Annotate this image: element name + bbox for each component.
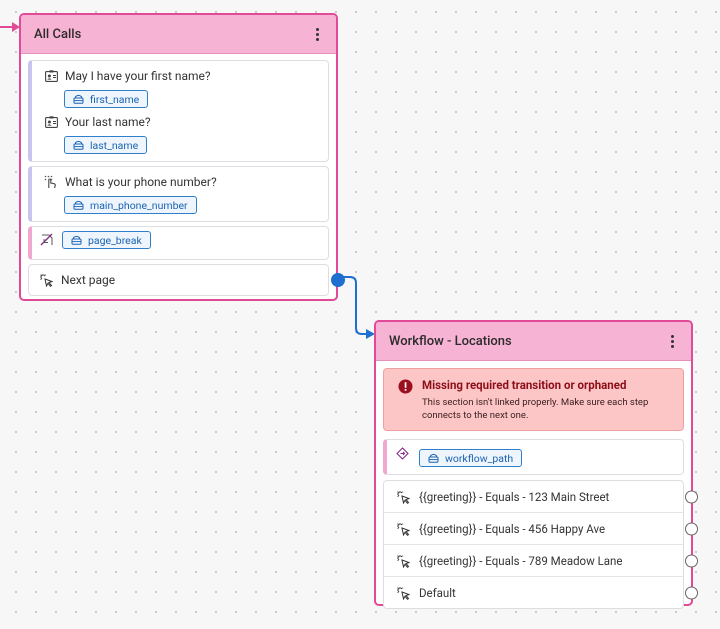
contact-card-icon <box>44 115 58 129</box>
error-icon <box>398 379 413 398</box>
question-text: What is your phone number? <box>65 175 217 189</box>
page-break-card[interactable]: page_break <box>28 226 329 260</box>
transition-label: Next page <box>61 273 116 287</box>
variable-chip[interactable]: first_name <box>64 90 149 108</box>
transition-label: Default <box>419 585 456 600</box>
question-group-name[interactable]: May I have your first name? first_name Y… <box>28 60 329 162</box>
node-header[interactable]: Workflow - Locations <box>376 322 691 361</box>
alert-title: Missing required transition or orphaned <box>422 378 627 392</box>
variable-chip[interactable]: main_phone_number <box>64 196 197 214</box>
alert-message: This section isn't linked properly. Make… <box>422 397 649 421</box>
variable-chip[interactable]: last_name <box>64 136 148 154</box>
click-pointer-icon <box>396 522 410 536</box>
click-pointer-icon <box>396 490 410 504</box>
question-text: May I have your first name? <box>65 69 211 83</box>
variable-icon <box>73 200 84 210</box>
output-handle[interactable] <box>331 273 345 287</box>
transition-row[interactable]: {{greeting}} - Equals - 123 Main Street <box>384 481 698 513</box>
question-phone[interactable]: What is your phone number? main_phone_nu… <box>28 166 329 222</box>
node-title: All Calls <box>34 26 82 42</box>
variable-chip[interactable]: workflow_path <box>419 449 523 467</box>
variable-name: page_break <box>88 233 142 247</box>
transition-row[interactable]: {{greeting}} - Equals - 789 Meadow Lane <box>384 545 698 577</box>
next-page-transition[interactable]: Next page <box>28 264 345 296</box>
node-workflow-locations[interactable]: Workflow - Locations Missing required tr… <box>374 320 698 609</box>
error-alert: Missing required transition or orphaned … <box>383 368 684 431</box>
question-row: May I have your first name? <box>44 68 318 84</box>
variable-icon <box>73 140 84 150</box>
variable-icon <box>428 453 439 463</box>
click-pointer-icon <box>39 273 53 287</box>
output-handle[interactable] <box>685 490 698 503</box>
click-pointer-icon <box>396 586 410 600</box>
output-handle[interactable] <box>685 522 698 535</box>
touch-dial-icon <box>44 175 58 189</box>
page-break-icon <box>40 233 54 247</box>
node-header[interactable]: All Calls <box>21 15 336 54</box>
decision-diamond-icon <box>395 446 409 460</box>
question-row: What is your phone number? <box>44 174 318 190</box>
node-all-calls[interactable]: All Calls May I have your first name? fi… <box>19 13 345 301</box>
transition-label: {{greeting}} - Equals - 456 Happy Ave <box>419 521 606 536</box>
variable-icon <box>73 94 84 104</box>
variable-chip[interactable]: page_break <box>62 231 151 249</box>
transition-list: {{greeting}} - Equals - 123 Main Street … <box>383 480 698 609</box>
variable-name: main_phone_number <box>90 198 188 212</box>
click-pointer-icon <box>396 554 410 568</box>
variable-name: workflow_path <box>445 451 514 465</box>
transition-row[interactable]: Default <box>384 577 698 608</box>
output-handle[interactable] <box>685 554 698 567</box>
variable-name: first_name <box>90 92 140 106</box>
output-handle[interactable] <box>685 586 698 599</box>
contact-card-icon <box>44 69 58 83</box>
transition-row[interactable]: {{greeting}} - Equals - 456 Happy Ave <box>384 513 698 545</box>
more-options-icon[interactable] <box>310 24 324 44</box>
transition-label: {{greeting}} - Equals - 123 Main Street <box>419 489 610 504</box>
node-title: Workflow - Locations <box>389 333 512 349</box>
question-row: Your last name? <box>44 114 318 130</box>
more-options-icon[interactable] <box>665 331 679 351</box>
transition-label: {{greeting}} - Equals - 789 Meadow Lane <box>419 553 623 568</box>
question-text: Your last name? <box>65 115 151 129</box>
variable-name: last_name <box>90 138 139 152</box>
workflow-path-card[interactable]: workflow_path <box>383 439 684 475</box>
variable-icon <box>71 235 82 245</box>
